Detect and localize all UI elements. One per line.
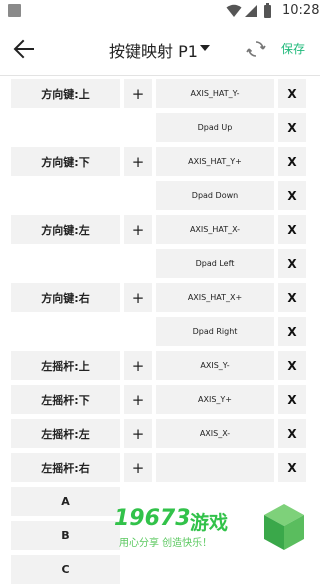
key-name-cell: 方向键:左 [11,215,120,244]
mapped-input-cell: AXIS_HAT_Y- [156,79,274,108]
key-name-cell: 方向键:下 [11,147,120,176]
remove-mapping-button[interactable]: X [278,385,306,414]
mapping-row: 方向键:下 + AXIS_HAT_Y+ X [0,144,320,178]
mapping-row: 左摇杆:右 + X [0,450,320,484]
add-mapping-button[interactable]: + [124,351,152,380]
remove-mapping-button[interactable]: X [278,453,306,482]
add-mapping-button[interactable]: + [124,215,152,244]
mapped-input-cell: Dpad Left [156,249,274,278]
remove-mapping-button[interactable]: X [278,351,306,380]
mapping-row: 方向键:上 + AXIS_HAT_Y- X [0,76,320,110]
remove-mapping-button[interactable]: X [278,79,306,108]
add-mapping-button[interactable]: + [124,283,152,312]
add-mapping-button[interactable]: + [124,453,152,482]
mapping-row: 左摇杆:下 + AXIS_Y+ X [0,382,320,416]
remove-mapping-button[interactable]: X [278,249,306,278]
mapped-input-cell: AXIS_HAT_Y+ [156,147,274,176]
app-bar: 按键映射 P1 保存 [0,24,320,74]
key-name-cell: 左摇杆:右 [11,453,120,482]
mapped-input-cell [156,453,274,482]
cube-logo-icon [264,504,304,550]
mapped-input-cell: Dpad Right [156,317,274,346]
remove-mapping-button[interactable]: X [278,283,306,312]
key-name-cell: 方向键:右 [11,283,120,312]
key-name-cell: 方向键:上 [11,79,120,108]
watermark: 19673 游戏 用心分享 创造快乐！ [102,500,312,560]
remove-mapping-button[interactable]: X [278,147,306,176]
mapping-row: Dpad Up X [0,110,320,144]
mapping-row: 方向键:左 + AXIS_HAT_X- X [0,212,320,246]
key-name-cell: 左摇杆:上 [11,351,120,380]
mapping-row: 左摇杆:上 + AXIS_Y- X [0,348,320,382]
mapping-row: 左摇杆:左 + AXIS_X- X [0,416,320,450]
remove-mapping-button[interactable]: X [278,317,306,346]
notification-icon [8,4,21,17]
page-title: 按键映射 P1 [109,42,198,61]
watermark-name: 游戏 [190,512,229,534]
clock: 10:28 [282,3,320,18]
mapped-input-cell: AXIS_Y- [156,351,274,380]
watermark-slogan: 用心分享 创造快乐！ [119,538,213,549]
reset-icon[interactable] [246,39,266,59]
mapping-row: 方向键:右 + AXIS_HAT_X+ X [0,280,320,314]
signal-icon [245,5,257,17]
mapping-row: Dpad Right X [0,314,320,348]
mapped-input-cell: Dpad Down [156,181,274,210]
add-mapping-button[interactable]: + [124,385,152,414]
mapping-row: Dpad Down X [0,178,320,212]
mapped-input-cell: AXIS_Y+ [156,385,274,414]
dropdown-caret-icon[interactable] [200,45,210,51]
mapped-input-cell: AXIS_HAT_X+ [156,283,274,312]
back-arrow-icon[interactable] [12,38,36,60]
key-name-cell: 左摇杆:左 [11,419,120,448]
remove-mapping-button[interactable]: X [278,215,306,244]
add-mapping-button[interactable]: + [124,419,152,448]
remove-mapping-button[interactable]: X [278,113,306,142]
mapped-input-cell: AXIS_X- [156,419,274,448]
mapping-row: Dpad Left X [0,246,320,280]
wifi-icon [226,4,242,17]
mapped-input-cell: AXIS_HAT_X- [156,215,274,244]
key-name-cell: 左摇杆:下 [11,385,120,414]
watermark-number: 19673 [114,506,191,531]
status-bar: 10:28 [0,0,320,24]
add-mapping-button[interactable]: + [124,79,152,108]
remove-mapping-button[interactable]: X [278,419,306,448]
remove-mapping-button[interactable]: X [278,181,306,210]
battery-icon [264,3,271,18]
add-mapping-button[interactable]: + [124,147,152,176]
save-button[interactable]: 保存 [281,40,305,57]
mapped-input-cell: Dpad Up [156,113,274,142]
